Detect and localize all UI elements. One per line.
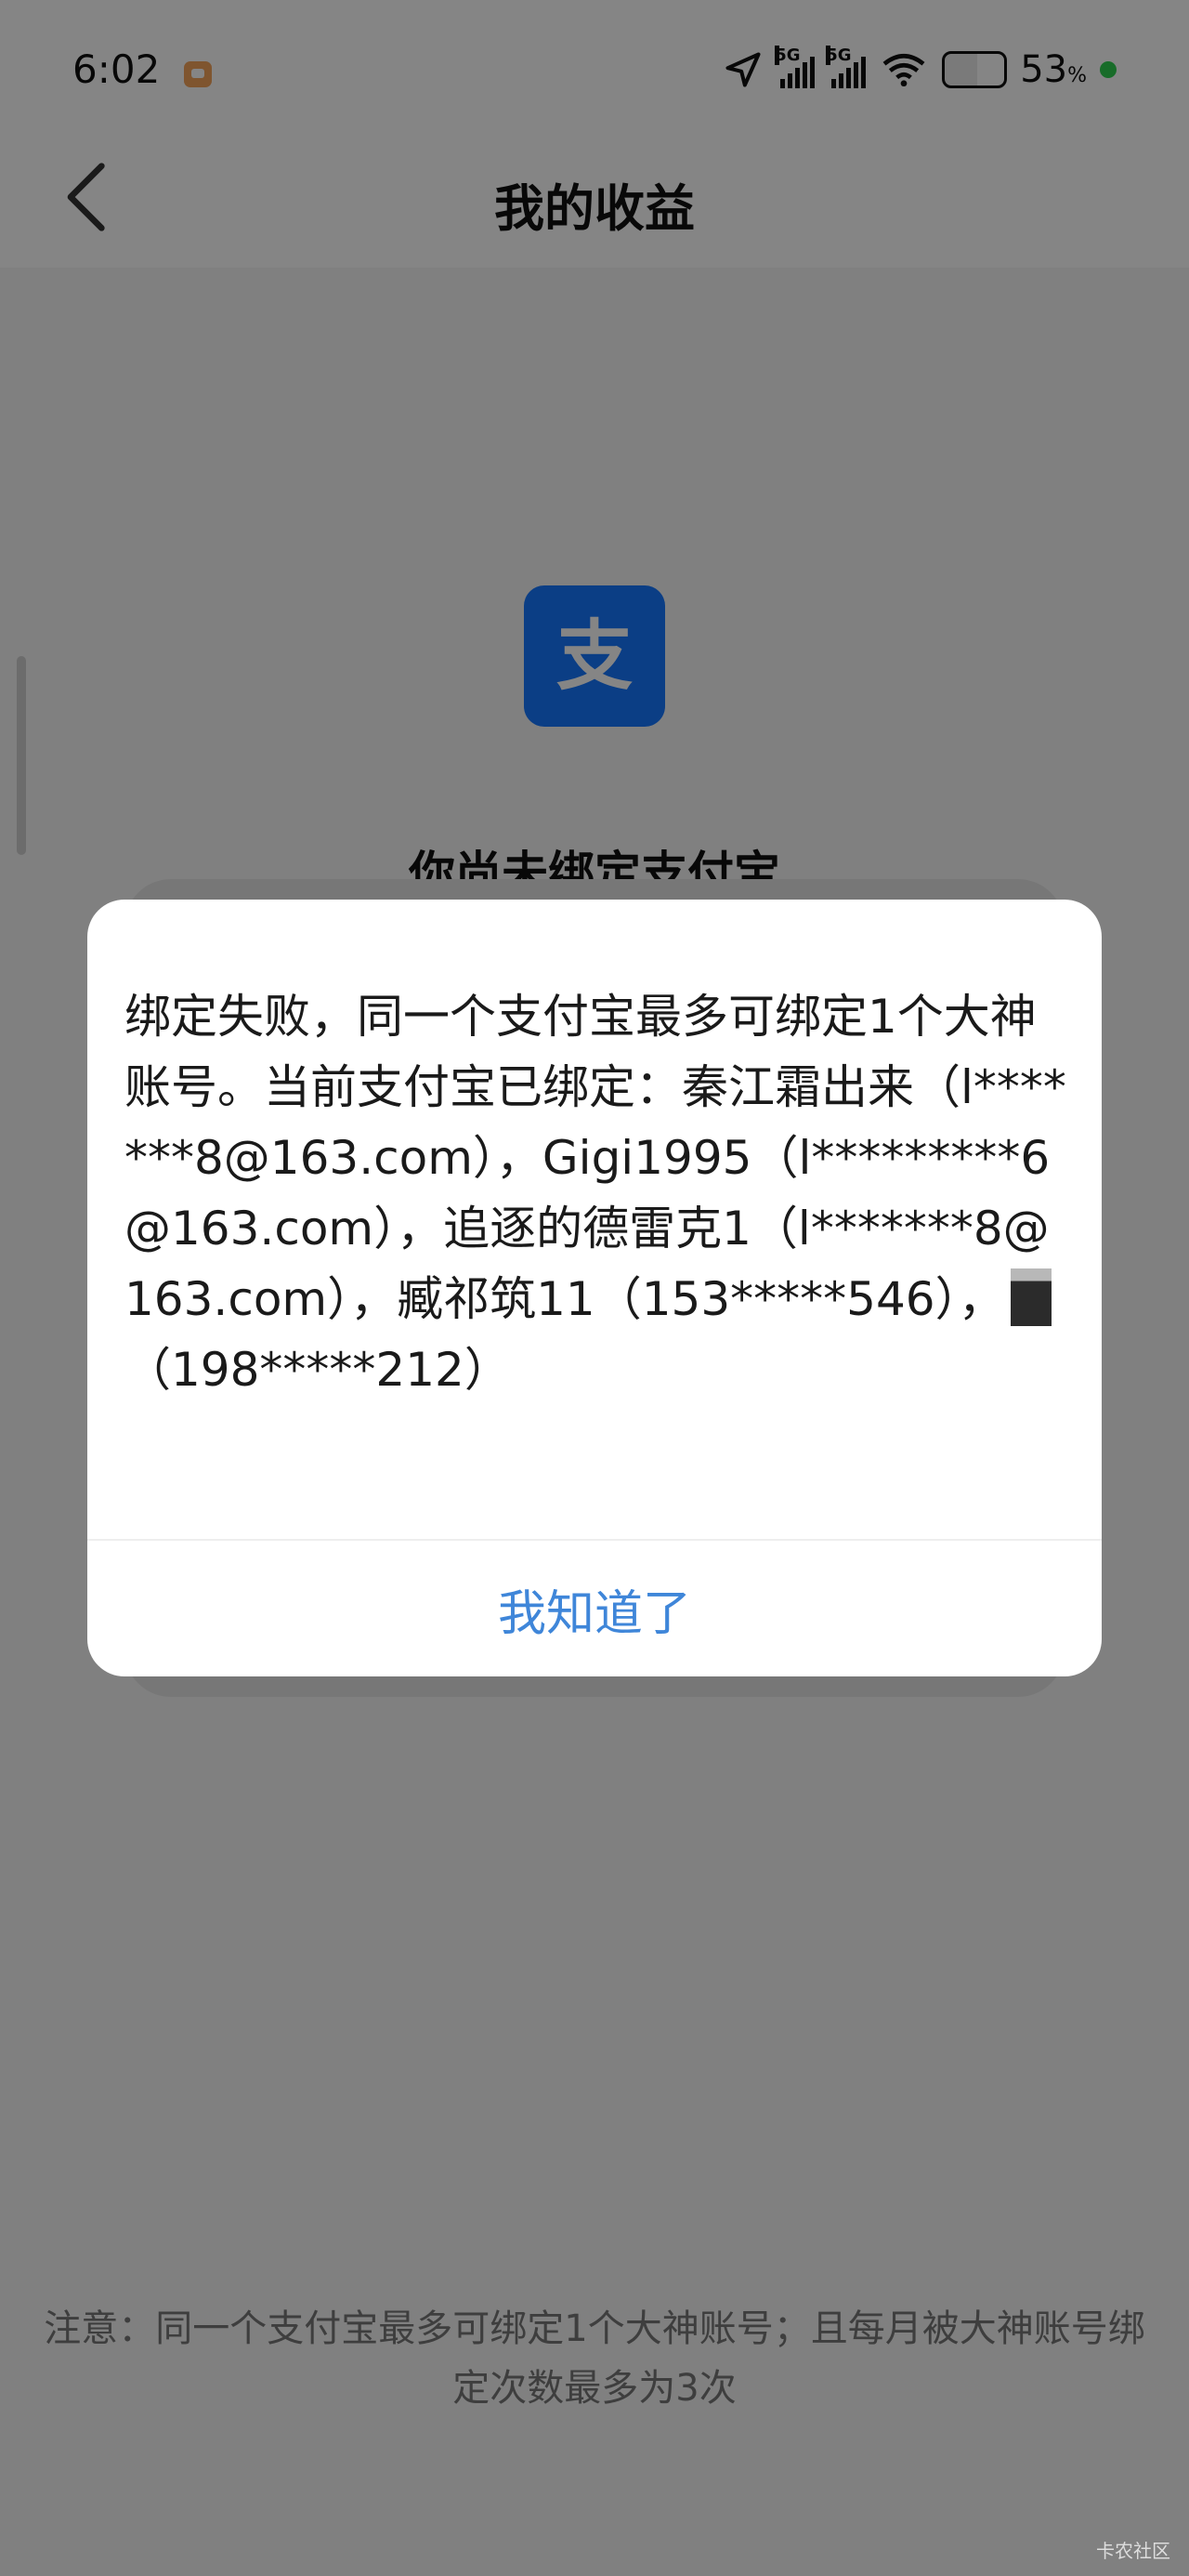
dialog-message-tail: （198*****212）	[124, 1343, 511, 1397]
redacted-name-block	[1010, 1268, 1052, 1326]
dialog-message: 绑定失败，同一个支付宝最多可绑定1个大神账号。当前支付宝已绑定：秦江霜出来（l*…	[124, 981, 1072, 1405]
dialog-message-text: 绑定失败，同一个支付宝最多可绑定1个大神账号。当前支付宝已绑定：秦江霜出来（l*…	[124, 990, 1066, 1326]
watermark: 卡农社区	[1096, 2540, 1170, 2562]
got-it-button[interactable]: 我知道了	[87, 1541, 1102, 1676]
binding-failed-dialog: 绑定失败，同一个支付宝最多可绑定1个大神账号。当前支付宝已绑定：秦江霜出来（l*…	[87, 900, 1102, 1676]
